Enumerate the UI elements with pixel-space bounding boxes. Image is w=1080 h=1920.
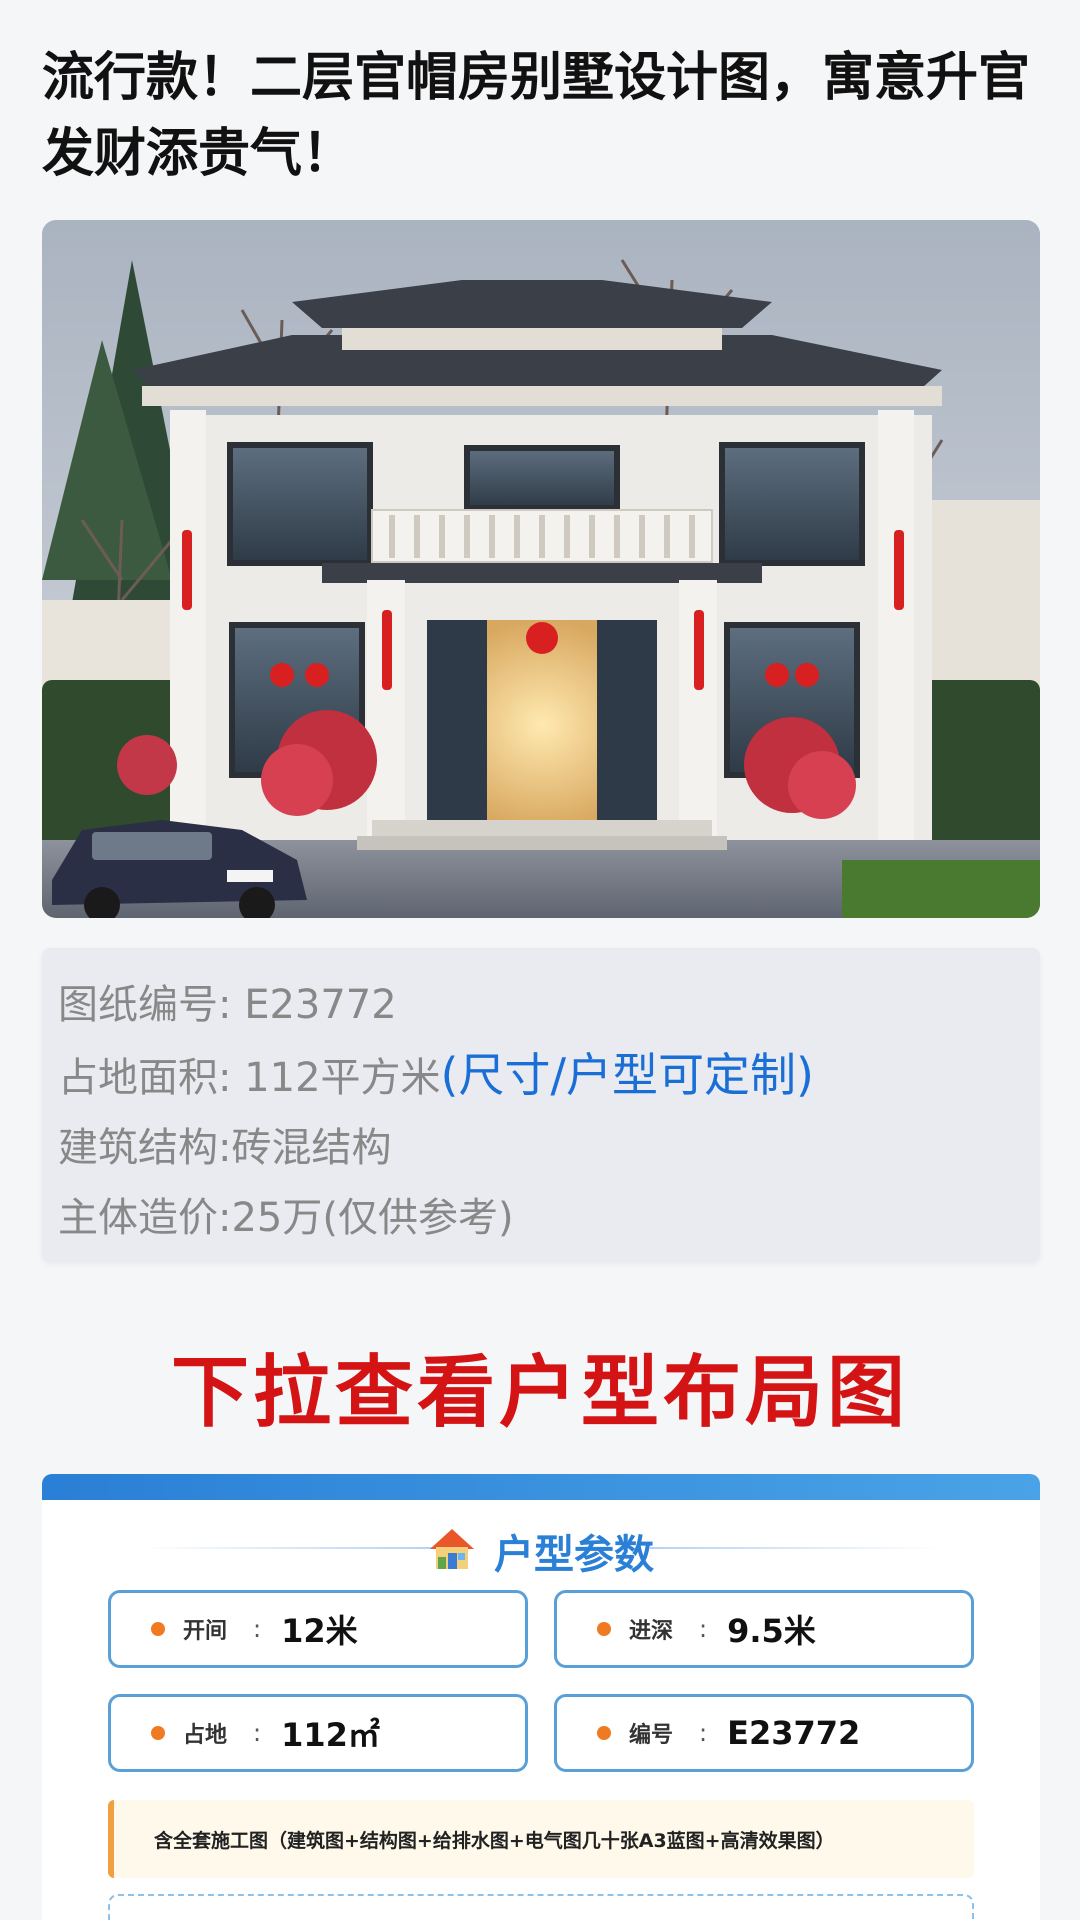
param-value: 112㎡ [281,1716,380,1754]
main-cost: 主体造价:25万(仅供参考) [58,1195,514,1241]
param-value: E23772 [727,1714,861,1752]
param-label: 占地 [183,1723,228,1748]
drawings-included-note: 含全套施工图（建筑图+结构图+给排水图+电气图几十张A3蓝图+高清效果图） [108,1800,974,1878]
land-area: 占地面积: 112平方米(尺寸/户型可定制) [58,1040,1040,1113]
param-width: 开间 : 12米 [108,1590,528,1668]
bullet-dot-icon [151,1726,165,1740]
params-heading: 户型参数 [494,1532,654,1578]
divider-right [650,1547,940,1549]
param-area: 占地 : 112㎡ [108,1694,528,1772]
param-number: 编号 : E23772 [554,1694,974,1772]
customizable-link[interactable]: (尺寸/户型可定制) [441,1048,814,1102]
info-card: 图纸编号: E23772 占地面积: 112平方米(尺寸/户型可定制) 建筑结构… [42,948,1040,1262]
param-separator: : [253,1719,262,1747]
param-separator: : [253,1615,262,1643]
param-separator: : [699,1719,708,1747]
villa-image[interactable] [42,220,1040,918]
drawing-number: 图纸编号: E23772 [58,982,397,1028]
params-card: 户型参数 开间 : 12米 进深 : 9.5米 占地 : 112㎡ 编号 : E… [42,1474,1040,1920]
building-structure: 建筑结构:砖混结构 [58,1125,392,1171]
bullet-dot-icon [151,1622,165,1636]
page-title: 流行款！二层官帽房别墅设计图，寓意升官发财添贵气！ [42,48,1031,184]
param-depth: 进深 : 9.5米 [554,1590,974,1668]
params-header: 户型参数 [42,1500,1040,1594]
param-value: 12米 [281,1612,358,1650]
next-section-box [108,1894,974,1920]
bullet-dot-icon [597,1622,611,1636]
divider-left [142,1547,432,1549]
house-icon [428,1527,476,1575]
bullet-dot-icon [597,1726,611,1740]
scroll-down-banner: 下拉查看户型布局图 [170,1347,909,1438]
param-value: 9.5米 [727,1612,816,1650]
params-topbar [42,1474,1040,1500]
land-area-text: 占地面积: 112平方米 [58,1055,441,1101]
param-label: 进深 [629,1619,674,1644]
param-separator: : [699,1615,708,1643]
param-label: 编号 [629,1723,674,1748]
param-label: 开间 [183,1619,228,1644]
